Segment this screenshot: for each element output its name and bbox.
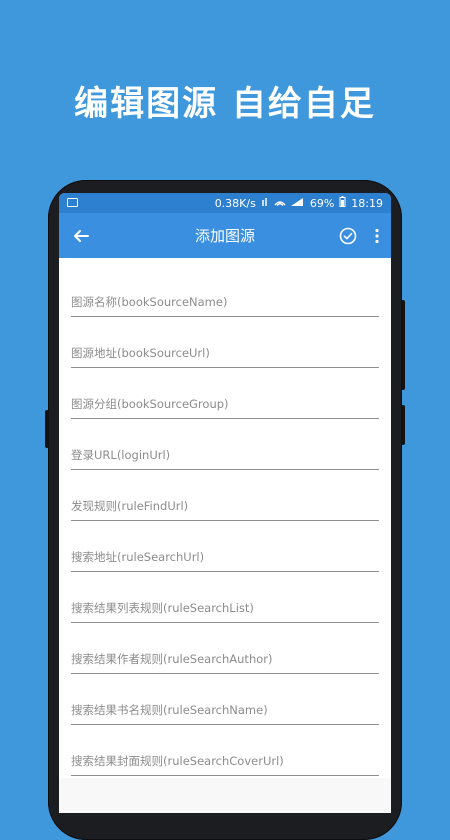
rule-find-url-field[interactable]: 发现规则(ruleFindUrl) bbox=[71, 472, 379, 523]
signal-icons bbox=[261, 197, 305, 210]
field-hint: 搜索结果列表规则(ruleSearchList) bbox=[71, 601, 254, 615]
field-hint: 图源名称(bookSourceName) bbox=[71, 295, 228, 309]
phone-side-button bbox=[45, 410, 49, 448]
rule-search-list-field[interactable]: 搜索结果列表规则(ruleSearchList) bbox=[71, 574, 379, 625]
book-source-name-field[interactable]: 图源名称(bookSourceName) bbox=[71, 268, 379, 319]
app-bar: 添加图源 bbox=[59, 213, 391, 258]
field-hint: 图源地址(bookSourceUrl) bbox=[71, 346, 210, 360]
field-hint: 搜索结果书名规则(ruleSearchName) bbox=[71, 703, 268, 717]
more-options-button[interactable] bbox=[363, 213, 391, 258]
field-hint: 搜索地址(ruleSearchUrl) bbox=[71, 550, 205, 564]
more-vertical-icon bbox=[375, 228, 379, 243]
source-form: 图源名称(bookSourceName) 图源地址(bookSourceUrl)… bbox=[59, 258, 391, 778]
image-icon bbox=[67, 198, 78, 207]
field-hint: 搜索结果封面规则(ruleSearchCoverUrl) bbox=[71, 754, 284, 768]
battery-icon bbox=[339, 196, 346, 210]
network-speed: 0.38K/s bbox=[214, 196, 256, 210]
field-hint: 搜索结果作者规则(ruleSearchAuthor) bbox=[71, 652, 273, 666]
field-underline bbox=[71, 520, 379, 521]
field-underline bbox=[71, 418, 379, 419]
book-source-url-field[interactable]: 图源地址(bookSourceUrl) bbox=[71, 319, 379, 370]
rule-search-cover-url-field[interactable]: 搜索结果封面规则(ruleSearchCoverUrl) bbox=[71, 727, 379, 778]
arrow-left-icon bbox=[74, 229, 89, 242]
check-circle-icon bbox=[339, 227, 357, 244]
field-underline bbox=[71, 724, 379, 725]
field-underline bbox=[71, 316, 379, 317]
save-button[interactable] bbox=[333, 213, 363, 258]
field-underline bbox=[71, 469, 379, 470]
phone-screen: 0.38K/s 69% 18:19 添加图源 图源名称(bookSourceNa… bbox=[59, 193, 391, 813]
field-underline bbox=[71, 622, 379, 623]
phone-power-button bbox=[401, 405, 405, 445]
phone-volume-button bbox=[401, 300, 405, 390]
back-button[interactable] bbox=[59, 213, 103, 258]
field-underline bbox=[71, 673, 379, 674]
status-bar: 0.38K/s 69% 18:19 bbox=[59, 193, 391, 213]
field-hint: 图源分组(bookSourceGroup) bbox=[71, 397, 229, 411]
field-underline bbox=[71, 775, 379, 776]
promo-headline: 编辑图源 自给自足 bbox=[74, 84, 376, 124]
rule-search-url-field[interactable]: 搜索地址(ruleSearchUrl) bbox=[71, 523, 379, 574]
book-source-group-field[interactable]: 图源分组(bookSourceGroup) bbox=[71, 370, 379, 421]
rule-search-name-field[interactable]: 搜索结果书名规则(ruleSearchName) bbox=[71, 676, 379, 727]
battery-percent: 69% bbox=[309, 196, 335, 210]
login-url-field[interactable]: 登录URL(loginUrl) bbox=[71, 421, 379, 472]
field-hint: 登录URL(loginUrl) bbox=[71, 448, 171, 462]
field-underline bbox=[71, 571, 379, 572]
field-hint: 发现规则(ruleFindUrl) bbox=[71, 499, 189, 513]
clock: 18:19 bbox=[351, 196, 383, 210]
field-underline bbox=[71, 367, 379, 368]
rule-search-author-field[interactable]: 搜索结果作者规则(ruleSearchAuthor) bbox=[71, 625, 379, 676]
